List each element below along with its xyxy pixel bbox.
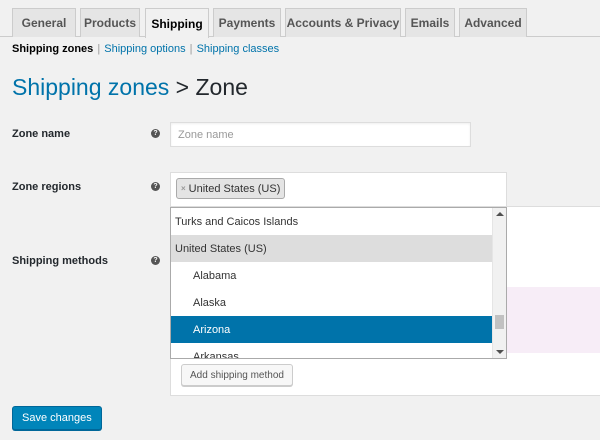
- subnav-separator: |: [97, 43, 101, 55]
- scroll-up-arrow-icon[interactable]: [496, 212, 504, 216]
- help-icon[interactable]: ?: [151, 129, 160, 138]
- tab-products[interactable]: Products: [80, 8, 140, 37]
- region-chip: × United States (US): [176, 178, 286, 199]
- zone-name-label: Zone name: [12, 128, 71, 140]
- dropdown-scrollbar[interactable]: [492, 208, 506, 358]
- help-icon[interactable]: ?: [151, 182, 160, 191]
- add-shipping-method-button[interactable]: Add shipping method: [181, 364, 293, 386]
- page-title: Shipping zones > Zone: [12, 74, 248, 101]
- breadcrumb-current: > Zone: [169, 74, 248, 100]
- settings-tabs: General Products Shipping Payments Accou…: [0, 0, 600, 38]
- regions-dropdown: Turks and Caicos Islands United States (…: [170, 207, 507, 359]
- dropdown-option-united-states[interactable]: United States (US): [171, 235, 493, 262]
- tab-shipping[interactable]: Shipping: [145, 8, 209, 38]
- subnav-shipping-zones: Shipping zones: [12, 43, 94, 55]
- scroll-thumb[interactable]: [495, 315, 504, 329]
- zone-regions-label: Zone regions: [12, 181, 82, 193]
- dropdown-option-alabama[interactable]: Alabama: [171, 262, 493, 289]
- dropdown-option-turks-and-caicos[interactable]: Turks and Caicos Islands: [171, 208, 493, 235]
- chip-remove-icon[interactable]: ×: [181, 184, 186, 193]
- tab-general[interactable]: General: [12, 8, 76, 37]
- shipping-methods-label: Shipping methods: [12, 255, 108, 267]
- region-chip-label: United States (US): [188, 182, 281, 195]
- dropdown-option-arizona[interactable]: Arizona: [171, 316, 493, 343]
- scroll-down-arrow-icon[interactable]: [496, 350, 504, 354]
- tab-payments[interactable]: Payments: [213, 8, 281, 37]
- breadcrumb-shipping-zones-link[interactable]: Shipping zones: [12, 74, 169, 100]
- tab-advanced[interactable]: Advanced: [459, 8, 527, 37]
- subnav-shipping-options[interactable]: Shipping options: [104, 43, 185, 55]
- dropdown-option-alaska[interactable]: Alaska: [171, 289, 493, 316]
- subnav-shipping-classes[interactable]: Shipping classes: [197, 43, 280, 55]
- shipping-subnav: Shipping zones | Shipping options | Ship…: [12, 43, 279, 55]
- dropdown-option-arkansas[interactable]: Arkansas: [171, 343, 493, 359]
- tab-emails[interactable]: Emails: [405, 8, 455, 37]
- zone-name-input[interactable]: [170, 122, 471, 147]
- tab-accounts-privacy[interactable]: Accounts & Privacy: [285, 8, 401, 37]
- help-icon[interactable]: ?: [151, 256, 160, 265]
- subnav-separator: |: [189, 43, 193, 55]
- zone-regions-select[interactable]: × United States (US): [170, 172, 507, 207]
- save-changes-button[interactable]: Save changes: [12, 406, 102, 430]
